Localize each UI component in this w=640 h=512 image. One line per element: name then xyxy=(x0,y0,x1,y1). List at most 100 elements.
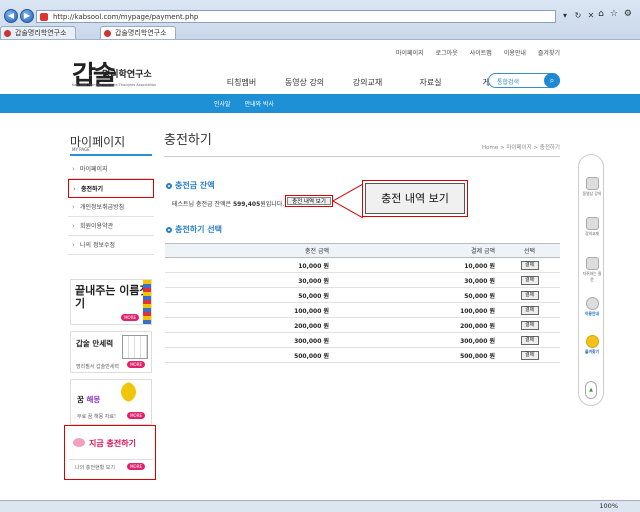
util-guide-link[interactable]: 이용안내 xyxy=(504,48,526,57)
banner-charge-title: 지금 충전하기 xyxy=(89,439,136,448)
nav-video-lecture[interactable]: 동영상 강의 xyxy=(273,77,336,88)
quick-video-lecture[interactable]: 동영상 강의 xyxy=(581,177,603,197)
banner-naming-title: 끝내주는 이름짓기 xyxy=(75,284,150,310)
refresh-icon[interactable]: ↻ xyxy=(573,10,583,22)
banner-divider xyxy=(69,459,153,460)
charge-amount: 300,000 원 xyxy=(165,332,333,348)
banner-more-button[interactable]: MORE xyxy=(127,412,145,419)
sidebar-item-privacy[interactable]: 개인정보취급방침 xyxy=(68,198,154,217)
browser-status-bar: 100% xyxy=(0,500,640,512)
sidebar-item-terms[interactable]: 회원이용약관 xyxy=(68,217,154,236)
banner-charge-now[interactable]: 지금 충전하기 나의 충전현황 보기 MORE xyxy=(64,425,156,480)
history-button-highlight: 충전 내역 보기 xyxy=(285,195,333,207)
charge-amount: 500,000 원 xyxy=(165,347,333,363)
banner-charge-sub: 나의 충전현황 보기 xyxy=(75,465,115,471)
subnav-doctor[interactable]: 안내와 박사 xyxy=(245,99,275,108)
pay-button[interactable]: 결제 xyxy=(520,335,539,345)
book-icon xyxy=(585,217,599,230)
quick-textbook[interactable]: 강의교재 xyxy=(581,217,603,237)
search-dropdown-icon[interactable]: ▾ xyxy=(560,10,570,22)
browser-chrome: ◀ ▶ http://kabsool.com/mypage/payment.ph… xyxy=(0,0,640,40)
pay-button[interactable]: 결제 xyxy=(520,290,539,300)
tools-icon[interactable]: ⚙ xyxy=(624,9,632,19)
banner-dream[interactable]: 꿈 해몽 무료 꿈 해몽 자료! MORE xyxy=(70,379,152,425)
balance-text: 테스트님 충전금 잔액은 599,405원입니다. xyxy=(172,201,285,208)
sidebar-menu: 마이페이지 충전하기 개인정보취급방침 회원이용약관 나의 정보수정 xyxy=(68,160,154,255)
tab-favicon-icon xyxy=(4,30,11,37)
stop-icon[interactable]: ✕ xyxy=(586,10,596,22)
pay-amount: 200,000 원 xyxy=(333,317,499,333)
favorites-icon[interactable]: ☆ xyxy=(610,9,618,19)
pay-button[interactable]: 결제 xyxy=(520,275,539,285)
tab-1[interactable]: 갑술명리학연구소 xyxy=(0,26,76,39)
charge-history-button[interactable]: 충전 내역 보기 xyxy=(287,197,331,205)
banner-more-button[interactable]: MORE xyxy=(127,463,145,470)
tab-label: 갑술명리학연구소 xyxy=(15,29,67,37)
pay-amount: 30,000 원 xyxy=(333,272,499,288)
util-bookmark-link[interactable]: 즐겨찾기 xyxy=(538,48,560,57)
sub-navigation-bar: 인사말 안내와 박사 xyxy=(0,94,640,113)
quick-menu-bar: 동영상 강의 강의교재 자주하는 질문 이용안내 즐겨찾기 ▲ xyxy=(578,154,604,406)
pay-button[interactable]: 결제 xyxy=(520,305,539,315)
util-logout-link[interactable]: 로그아웃 xyxy=(436,48,458,57)
sidebar-item-charge[interactable]: 충전하기 xyxy=(68,179,154,199)
banner-dream-sub: 무료 꿈 해몽 자료! xyxy=(77,414,116,420)
piggy-bank-icon xyxy=(73,438,85,447)
pay-amount: 100,000 원 xyxy=(333,302,499,318)
subnav-greeting[interactable]: 인사말 xyxy=(214,99,231,108)
charge-amount: 30,000 원 xyxy=(165,272,333,288)
sidebar-subtitle: MY PAGE xyxy=(72,147,90,152)
tab-2[interactable]: 갑술명리학연구소 xyxy=(100,26,176,39)
star-icon xyxy=(585,335,599,348)
table-row: 200,000 원 200,000 원 결제 xyxy=(165,317,560,333)
search-input[interactable]: 통합검색 ⌕ xyxy=(488,73,560,88)
home-icon[interactable]: ⌂ xyxy=(598,9,604,19)
tab-favicon-icon xyxy=(104,30,111,37)
zoom-level[interactable]: 100% xyxy=(599,502,618,510)
nav-archive[interactable]: 자료실 xyxy=(399,77,462,88)
sidebar-item-mypage[interactable]: 마이페이지 xyxy=(68,160,154,179)
page-title: 충전하기 xyxy=(164,133,212,148)
balance-amount: 599,405 xyxy=(232,201,261,208)
banner-naming[interactable]: 끝내주는 이름짓기 MORE xyxy=(70,279,152,325)
faq-icon xyxy=(585,257,599,270)
sidebar-divider xyxy=(70,154,152,156)
pay-button[interactable]: 결제 xyxy=(520,320,539,330)
pay-amount: 50,000 원 xyxy=(333,287,499,303)
pay-button[interactable]: 결제 xyxy=(520,260,539,270)
balance-heading: 충전금 잔액 xyxy=(166,180,215,191)
address-bar[interactable]: http://kabsool.com/mypage/payment.php xyxy=(36,10,556,23)
scroll-top-icon[interactable]: ▲ xyxy=(585,381,597,399)
callout-highlight: 충전 내역 보기 xyxy=(362,180,468,217)
util-sitemap-link[interactable]: 사이트맵 xyxy=(470,48,492,57)
site-favicon-icon xyxy=(40,13,48,21)
moon-icon xyxy=(121,382,141,402)
quick-guide[interactable]: 이용안내 xyxy=(581,297,603,317)
quick-bookmark[interactable]: 즐겨찾기 xyxy=(581,335,603,355)
site-logo[interactable]: 갑술 명리학연구소 Kab-Sool Naming Institute Thou… xyxy=(72,55,182,91)
banner-calendar[interactable]: 갑술 만세력 명리필서 갑술만세력 MORE xyxy=(70,331,152,373)
search-icon[interactable]: ⌕ xyxy=(544,73,560,88)
table-row: 50,000 원 50,000 원 결제 xyxy=(165,287,560,303)
forward-icon[interactable]: ▶ xyxy=(20,9,34,23)
video-icon xyxy=(585,177,599,190)
table-row: 300,000 원 300,000 원 결제 xyxy=(165,332,560,348)
pay-button[interactable]: 결제 xyxy=(520,350,539,360)
logo-name: 명리학연구소 xyxy=(102,70,152,80)
table-header-row: 충전 금액 결제 금액 선택 xyxy=(165,243,560,258)
sidebar-item-edit-info[interactable]: 나의 정보수정 xyxy=(68,236,154,255)
quick-faq[interactable]: 자주하는 질문 xyxy=(581,257,603,283)
nav-textbook[interactable]: 강의교재 xyxy=(336,77,399,88)
banner-stripe-decoration xyxy=(143,280,151,324)
charge-history-button-zoomed[interactable]: 충전 내역 보기 xyxy=(365,183,465,214)
callout-lines xyxy=(333,183,363,219)
breadcrumb: Home > 마이페이지 > 충전하기 xyxy=(482,145,560,151)
banner-more-button[interactable]: MORE xyxy=(127,361,145,368)
back-icon[interactable]: ◀ xyxy=(4,9,18,23)
util-mypage-link[interactable]: 마이페이지 xyxy=(396,48,424,57)
banner-more-button[interactable]: MORE xyxy=(121,314,139,321)
logo-subtitle: Kab-Sool Naming Institute Thoughts Assoc… xyxy=(72,83,157,87)
nav-teaching-member[interactable]: 티칭멤버 xyxy=(210,77,273,88)
utility-links: 마이페이지 로그아웃 사이트맵 이용안내 즐겨찾기 xyxy=(396,48,560,57)
banner-calendar-title: 갑술 만세력 xyxy=(76,339,114,348)
